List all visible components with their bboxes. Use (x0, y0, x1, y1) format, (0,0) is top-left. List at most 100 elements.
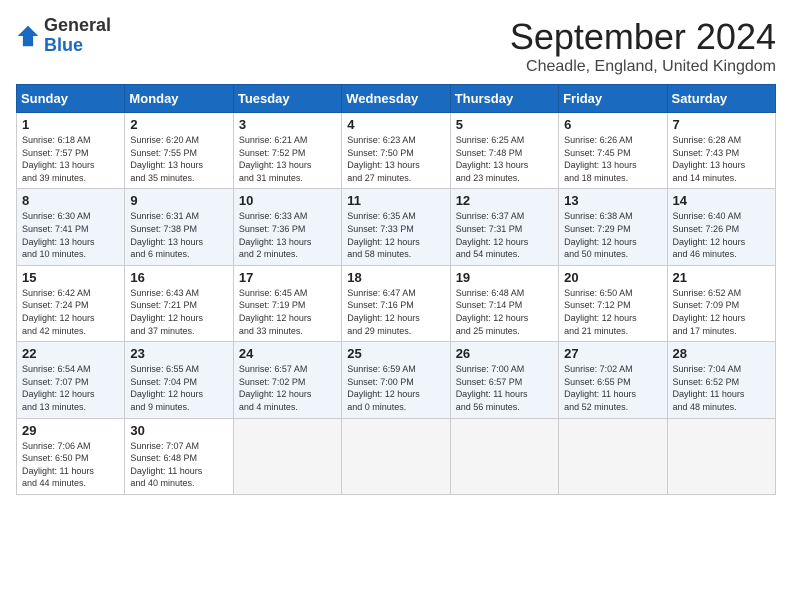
logo-icon (16, 24, 40, 48)
calendar-cell: 28 Sunrise: 7:04 AM Sunset: 6:52 PM Dayli… (667, 342, 775, 418)
col-monday: Monday (125, 85, 233, 113)
calendar-cell: 22 Sunrise: 6:54 AM Sunset: 7:07 PM Dayli… (17, 342, 125, 418)
calendar-cell: 29 Sunrise: 7:06 AM Sunset: 6:50 PM Dayli… (17, 418, 125, 494)
day-number: 20 (564, 270, 661, 285)
calendar-cell: 27 Sunrise: 7:02 AM Sunset: 6:55 PM Dayli… (559, 342, 667, 418)
day-info: Sunrise: 6:54 AM Sunset: 7:07 PM Dayligh… (22, 363, 119, 413)
day-info: Sunrise: 6:52 AM Sunset: 7:09 PM Dayligh… (673, 287, 770, 337)
calendar-cell (342, 418, 450, 494)
calendar-week-1: 1Sunrise: 6:18 AM Sunset: 7:57 PM Daylig… (17, 113, 776, 189)
day-number: 4 (347, 117, 444, 132)
day-info: Sunrise: 6:28 AM Sunset: 7:43 PM Dayligh… (673, 134, 770, 184)
day-number: 17 (239, 270, 336, 285)
calendar-cell: 2 Sunrise: 6:20 AM Sunset: 7:55 PM Daylig… (125, 113, 233, 189)
day-info: Sunrise: 6:18 AM Sunset: 7:57 PM Dayligh… (22, 134, 119, 184)
day-info: Sunrise: 6:40 AM Sunset: 7:26 PM Dayligh… (673, 210, 770, 260)
calendar-cell: 7Sunrise: 6:28 AM Sunset: 7:43 PM Daylig… (667, 113, 775, 189)
calendar-cell: 6Sunrise: 6:26 AM Sunset: 7:45 PM Daylig… (559, 113, 667, 189)
day-info: Sunrise: 6:43 AM Sunset: 7:21 PM Dayligh… (130, 287, 227, 337)
day-number: 2 (130, 117, 227, 132)
day-number: 9 (130, 193, 227, 208)
col-sunday: Sunday (17, 85, 125, 113)
page-header: General Blue September 2024 Cheadle, Eng… (16, 16, 776, 76)
calendar-cell: 24 Sunrise: 6:57 AM Sunset: 7:02 PM Dayli… (233, 342, 341, 418)
calendar-cell: 30 Sunrise: 7:07 AM Sunset: 6:48 PM Dayli… (125, 418, 233, 494)
calendar-cell (233, 418, 341, 494)
calendar-cell: 20Sunrise: 6:50 AM Sunset: 7:12 PM Dayli… (559, 265, 667, 341)
calendar-week-4: 22 Sunrise: 6:54 AM Sunset: 7:07 PM Dayli… (17, 342, 776, 418)
day-info: Sunrise: 6:33 AM Sunset: 7:36 PM Dayligh… (239, 210, 336, 260)
calendar-cell: 15 Sunrise: 6:42 AM Sunset: 7:24 PM Dayli… (17, 265, 125, 341)
title-block: September 2024 Cheadle, England, United … (510, 16, 776, 76)
day-number: 14 (673, 193, 770, 208)
calendar-cell: 9 Sunrise: 6:31 AM Sunset: 7:38 PM Daylig… (125, 189, 233, 265)
day-number: 25 (347, 346, 444, 361)
calendar-cell: 23Sunrise: 6:55 AM Sunset: 7:04 PM Dayli… (125, 342, 233, 418)
logo-text: General Blue (44, 16, 111, 56)
col-tuesday: Tuesday (233, 85, 341, 113)
day-info: Sunrise: 7:06 AM Sunset: 6:50 PM Dayligh… (22, 440, 119, 490)
col-thursday: Thursday (450, 85, 558, 113)
day-number: 11 (347, 193, 444, 208)
day-number: 10 (239, 193, 336, 208)
day-info: Sunrise: 6:59 AM Sunset: 7:00 PM Dayligh… (347, 363, 444, 413)
calendar-cell (667, 418, 775, 494)
calendar-cell: 4 Sunrise: 6:23 AM Sunset: 7:50 PM Daylig… (342, 113, 450, 189)
calendar-cell: 25 Sunrise: 6:59 AM Sunset: 7:00 PM Dayli… (342, 342, 450, 418)
day-number: 15 (22, 270, 119, 285)
day-number: 27 (564, 346, 661, 361)
day-info: Sunrise: 6:26 AM Sunset: 7:45 PM Dayligh… (564, 134, 661, 184)
day-info: Sunrise: 6:42 AM Sunset: 7:24 PM Dayligh… (22, 287, 119, 337)
day-number: 24 (239, 346, 336, 361)
month-title: September 2024 (510, 16, 776, 58)
calendar-week-2: 8 Sunrise: 6:30 AM Sunset: 7:41 PM Daylig… (17, 189, 776, 265)
calendar-week-3: 15 Sunrise: 6:42 AM Sunset: 7:24 PM Dayli… (17, 265, 776, 341)
day-number: 26 (456, 346, 553, 361)
calendar-cell: 3 Sunrise: 6:21 AM Sunset: 7:52 PM Daylig… (233, 113, 341, 189)
day-info: Sunrise: 6:25 AM Sunset: 7:48 PM Dayligh… (456, 134, 553, 184)
calendar-cell: 21 Sunrise: 6:52 AM Sunset: 7:09 PM Dayli… (667, 265, 775, 341)
day-number: 29 (22, 423, 119, 438)
col-saturday: Saturday (667, 85, 775, 113)
day-number: 8 (22, 193, 119, 208)
calendar-table: Sunday Monday Tuesday Wednesday Thursday… (16, 84, 776, 495)
logo: General Blue (16, 16, 111, 56)
day-info: Sunrise: 6:57 AM Sunset: 7:02 PM Dayligh… (239, 363, 336, 413)
day-info: Sunrise: 6:20 AM Sunset: 7:55 PM Dayligh… (130, 134, 227, 184)
day-number: 28 (673, 346, 770, 361)
day-info: Sunrise: 6:23 AM Sunset: 7:50 PM Dayligh… (347, 134, 444, 184)
day-number: 21 (673, 270, 770, 285)
day-info: Sunrise: 6:21 AM Sunset: 7:52 PM Dayligh… (239, 134, 336, 184)
day-info: Sunrise: 7:02 AM Sunset: 6:55 PM Dayligh… (564, 363, 661, 413)
calendar-cell: 12Sunrise: 6:37 AM Sunset: 7:31 PM Dayli… (450, 189, 558, 265)
calendar-cell: 14 Sunrise: 6:40 AM Sunset: 7:26 PM Dayli… (667, 189, 775, 265)
day-info: Sunrise: 6:31 AM Sunset: 7:38 PM Dayligh… (130, 210, 227, 260)
day-number: 19 (456, 270, 553, 285)
day-number: 13 (564, 193, 661, 208)
calendar-cell: 26 Sunrise: 7:00 AM Sunset: 6:57 PM Dayli… (450, 342, 558, 418)
day-number: 23 (130, 346, 227, 361)
calendar-header-row: Sunday Monday Tuesday Wednesday Thursday… (17, 85, 776, 113)
calendar-cell: 11Sunrise: 6:35 AM Sunset: 7:33 PM Dayli… (342, 189, 450, 265)
calendar-cell: 18 Sunrise: 6:47 AM Sunset: 7:16 PM Dayli… (342, 265, 450, 341)
calendar-cell: 16Sunrise: 6:43 AM Sunset: 7:21 PM Dayli… (125, 265, 233, 341)
calendar-cell: 19 Sunrise: 6:48 AM Sunset: 7:14 PM Dayli… (450, 265, 558, 341)
day-info: Sunrise: 6:47 AM Sunset: 7:16 PM Dayligh… (347, 287, 444, 337)
calendar-cell (450, 418, 558, 494)
day-info: Sunrise: 6:48 AM Sunset: 7:14 PM Dayligh… (456, 287, 553, 337)
day-number: 30 (130, 423, 227, 438)
day-number: 22 (22, 346, 119, 361)
calendar-cell: 13Sunrise: 6:38 AM Sunset: 7:29 PM Dayli… (559, 189, 667, 265)
calendar-cell: 10 Sunrise: 6:33 AM Sunset: 7:36 PM Dayli… (233, 189, 341, 265)
day-info: Sunrise: 7:04 AM Sunset: 6:52 PM Dayligh… (673, 363, 770, 413)
calendar-cell: 8 Sunrise: 6:30 AM Sunset: 7:41 PM Daylig… (17, 189, 125, 265)
day-info: Sunrise: 6:30 AM Sunset: 7:41 PM Dayligh… (22, 210, 119, 260)
day-number: 3 (239, 117, 336, 132)
calendar-cell (559, 418, 667, 494)
day-number: 5 (456, 117, 553, 132)
day-info: Sunrise: 7:07 AM Sunset: 6:48 PM Dayligh… (130, 440, 227, 490)
day-number: 18 (347, 270, 444, 285)
day-info: Sunrise: 7:00 AM Sunset: 6:57 PM Dayligh… (456, 363, 553, 413)
col-friday: Friday (559, 85, 667, 113)
calendar-week-5: 29 Sunrise: 7:06 AM Sunset: 6:50 PM Dayli… (17, 418, 776, 494)
